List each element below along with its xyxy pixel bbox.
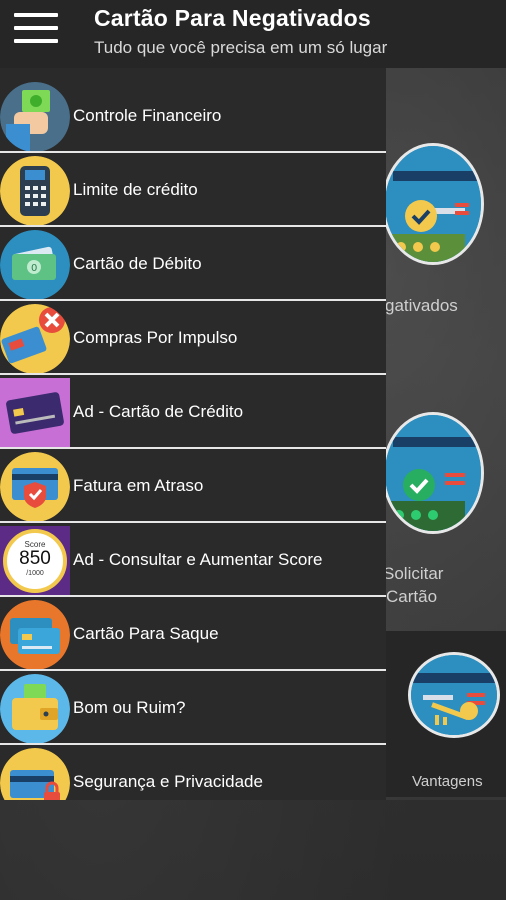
drawer-item-ad-cartao-credito[interactable]: Ad - Cartão de Crédito [0, 376, 386, 449]
drawer-item-fatura-atraso[interactable]: Fatura em Atraso [0, 450, 386, 523]
app-subtitle: Tudo que você precisa em um só lugar [94, 38, 388, 57]
divider [0, 595, 386, 597]
app-title: Cartão Para Negativados [94, 5, 371, 31]
bg-card-label-line2: Cartão [386, 587, 438, 606]
app-bar: Cartão Para Negativados Tudo que você pr… [0, 0, 506, 68]
divider [0, 151, 386, 153]
divider [0, 669, 386, 671]
drawer-item-controle-financeiro[interactable]: Controle Financeiro [0, 80, 386, 153]
divider [0, 743, 386, 745]
score-value: 850 [19, 548, 51, 569]
card-lock-icon [0, 748, 70, 800]
card-approved-icon [382, 143, 484, 265]
drawer-item-limite-credito[interactable]: Limite de crédito [0, 154, 386, 227]
drawer-item-label: Controle Financeiro [73, 106, 222, 125]
score-max: /1000 [26, 570, 44, 577]
shield-bill-icon [0, 452, 70, 522]
score-gauge-icon: Score 850 /1000 [0, 526, 70, 596]
svg-text:0: 0 [31, 263, 37, 274]
divider [0, 447, 386, 449]
drawer-item-label: Fatura em Atraso [73, 476, 204, 495]
bg-card-label-line1: Solicitar [383, 564, 444, 583]
drawer-item-label: Segurança e Privacidade [73, 772, 263, 791]
drawer-item-cartao-debito[interactable]: 0 Cartão de Débito [0, 228, 386, 301]
bg-card-label: gativados [385, 296, 458, 315]
divider [0, 225, 386, 227]
card-terminal-icon [0, 156, 70, 226]
divider [0, 521, 386, 523]
drawer-item-label: Bom ou Ruim? [73, 698, 186, 717]
drawer-item-label: Cartão Para Saque [73, 624, 219, 643]
drawer-item-seguranca-privacidade[interactable]: Segurança e Privacidade [0, 746, 386, 800]
bg-card-vantagens[interactable]: Vantagens [386, 631, 506, 797]
money-hand-icon [0, 82, 70, 152]
drawer-item-label: Limite de crédito [73, 180, 198, 199]
drawer-item-ad-score[interactable]: Score 850 /1000 Ad - Consultar e Aumenta… [0, 524, 386, 597]
credit-card-ad-icon [0, 378, 70, 448]
drawer-item-bom-ruim[interactable]: Bom ou Ruim? [0, 672, 386, 745]
divider [0, 299, 386, 301]
cash-icon: 0 [0, 230, 70, 300]
divider [0, 373, 386, 375]
bg-card-label: Vantagens [412, 773, 483, 790]
drawer-item-cartao-saque[interactable]: Cartão Para Saque [0, 598, 386, 671]
drawer-item-compras-impulso[interactable]: Compras Por Impulso [0, 302, 386, 375]
navigation-drawer: Controle Financeiro Limite de crédito 0 … [0, 68, 386, 800]
background-shade [0, 800, 506, 900]
drawer-item-label: Ad - Cartão de Crédito [73, 402, 244, 421]
card-request-icon [382, 412, 484, 534]
card-key-icon [408, 652, 500, 738]
cards-icon [0, 600, 70, 670]
menu-icon[interactable] [14, 13, 58, 43]
drawer-item-label: Cartão de Débito [73, 254, 202, 273]
card-cancel-icon [0, 304, 70, 374]
drawer-item-label: Compras Por Impulso [73, 328, 238, 347]
wallet-icon [0, 674, 70, 744]
drawer-item-label: Ad - Consultar e Aumentar Score [73, 550, 323, 569]
